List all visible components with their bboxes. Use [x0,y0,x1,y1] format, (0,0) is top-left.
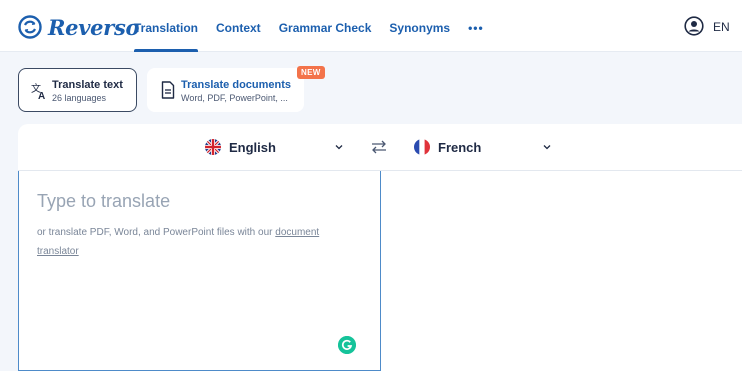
translate-documents-card[interactable]: Translate documents Word, PDF, PowerPoin… [147,66,325,112]
nav-grammar-check[interactable]: Grammar Check [279,0,372,52]
document-icon [161,81,175,99]
source-language-select[interactable]: English [205,139,276,155]
target-language-label: French [438,139,482,155]
target-language-select[interactable]: French [414,139,481,155]
nav-context[interactable]: Context [216,0,261,52]
translate-documents-labels: Translate documents Word, PDF, PowerPoin… [181,79,291,103]
grammarly-icon[interactable] [338,336,356,354]
document-hint: or translate PDF, Word, and PowerPoint f… [37,223,357,261]
translator-panel: English French Type to translate or tran… [18,124,742,371]
new-badge: NEW [297,66,325,79]
translate-text-title: Translate text [52,79,123,91]
nav-translation[interactable]: Translation [134,0,199,52]
top-header: Reverso Translation Context Grammar Chec… [0,0,742,52]
translate-text-labels: Translate text 26 languages [52,79,123,103]
source-placeholder: Type to translate [37,191,171,211]
nav-more-menu[interactable]: ••• [468,0,484,52]
account-icon[interactable] [684,16,704,36]
svg-text:A: A [38,91,45,100]
target-text-area[interactable] [381,171,742,371]
reverso-logo-icon [18,15,42,39]
source-language-label: English [229,139,276,155]
translate-documents-subtitle: Word, PDF, PowerPoint, ... [181,93,288,103]
interface-language[interactable]: EN [713,20,730,34]
translate-icon: 文 A [31,82,45,100]
chevron-down-icon[interactable] [334,142,344,152]
swap-languages-icon[interactable] [371,140,387,154]
language-bar: English French [18,124,742,171]
document-hint-text: or translate PDF, Word, and PowerPoint f… [37,227,276,238]
translate-text-card[interactable]: 文 A Translate text 26 languages [18,68,137,112]
nav-synonyms[interactable]: Synonyms [389,0,450,52]
chevron-down-icon[interactable] [542,142,552,152]
france-flag-icon [414,139,430,155]
translate-documents-title: Translate documents [181,79,292,91]
main-nav: Translation Context Grammar Check Synony… [134,0,502,52]
translate-text-subtitle: 26 languages [52,93,107,103]
source-text-area[interactable]: Type to translate or translate PDF, Word… [18,171,381,371]
brand-name: Reverso [48,14,140,40]
uk-flag-icon [205,139,221,155]
reverso-logo[interactable]: Reverso [18,14,139,40]
